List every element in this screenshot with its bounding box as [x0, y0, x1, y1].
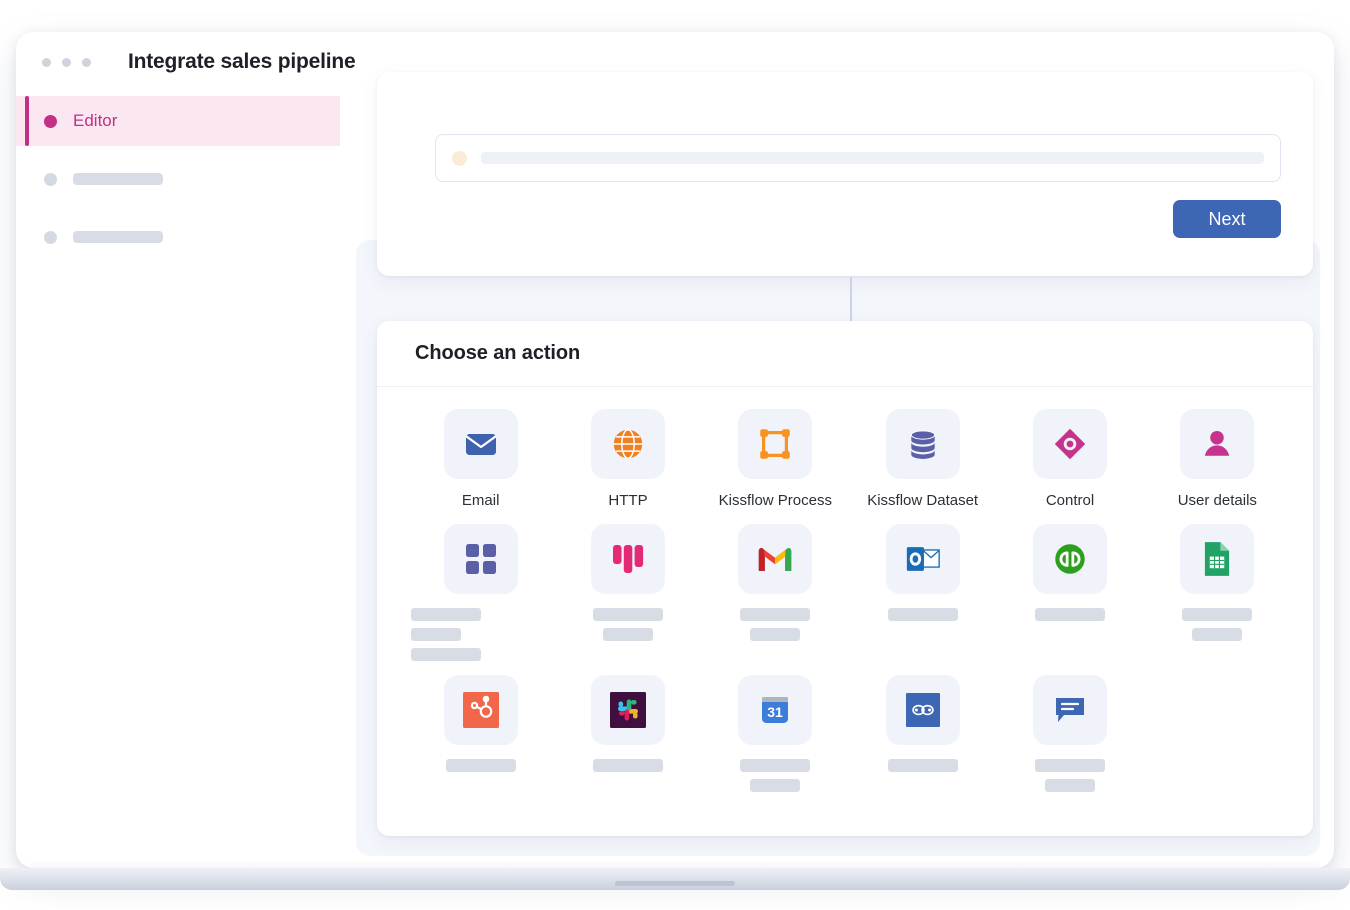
trigger-card: Next: [377, 72, 1313, 276]
gmail-icon: [738, 524, 813, 595]
placeholder-bar: [740, 759, 811, 773]
action-tile-placeholder-group: [849, 608, 996, 622]
action-tile-label: HTTP: [608, 492, 648, 509]
laptop-screen: Integrate sales pipeline Editor Next Cho…: [16, 32, 1334, 868]
placeholder-bar: [887, 608, 958, 622]
placeholder-bar: [1034, 608, 1105, 622]
sidebar: Editor: [16, 96, 340, 868]
placeholder-bar: [592, 608, 663, 622]
card-title: Choose an action: [415, 342, 581, 364]
laptop-base: [0, 868, 1350, 890]
action-tile-placeholder[interactable]: [849, 675, 996, 792]
placeholder-bar: [411, 628, 461, 642]
traffic-light-dot[interactable]: [42, 58, 51, 67]
action-tile-placeholder-group: [554, 608, 701, 642]
bullet-icon: [44, 172, 57, 186]
action-tile-placeholder[interactable]: [996, 524, 1143, 661]
action-tile-label: Kissflow Process: [718, 492, 832, 509]
traffic-light-dot[interactable]: [82, 58, 91, 67]
placeholder-bar: [1192, 628, 1243, 642]
slack-icon: [590, 675, 665, 746]
bullet-icon: [44, 114, 57, 128]
chat-bubble-icon: [1032, 675, 1107, 746]
bullet-icon: [44, 230, 57, 244]
placeholder-bar: [411, 648, 481, 662]
action-tile-kissflow-dataset[interactable]: Kissflow Dataset: [849, 409, 996, 510]
action-tile-placeholder[interactable]: [554, 675, 701, 792]
monday-icon: [590, 524, 665, 595]
page-title: Integrate sales pipeline: [128, 50, 356, 73]
placeholder-bar: [740, 608, 811, 622]
placeholder-bar: [602, 628, 653, 642]
email-icon: [443, 409, 518, 479]
sidebar-placeholder-bar: [73, 231, 163, 243]
quickbooks-icon: [1032, 524, 1107, 595]
search-input[interactable]: [435, 134, 1281, 182]
action-tile-placeholder-group: [702, 759, 849, 793]
action-tile-placeholder[interactable]: [554, 524, 701, 661]
google-sheets-icon: [1180, 524, 1255, 595]
box-link-icon: [885, 675, 960, 746]
action-tile-kissflow-process[interactable]: Kissflow Process: [702, 409, 849, 510]
action-tile-placeholder-group: [554, 759, 701, 773]
http-globe-icon: [590, 409, 665, 479]
traffic-light-dot[interactable]: [62, 58, 71, 67]
placeholder-bar: [750, 779, 801, 793]
action-tile-placeholder-group: [1144, 608, 1291, 642]
placeholder-bar: [1044, 779, 1095, 793]
action-tile-label: User details: [1177, 492, 1257, 509]
outlook-icon: [885, 524, 960, 595]
control-icon: [1032, 409, 1107, 479]
action-tile-placeholder[interactable]: [407, 524, 554, 662]
action-tile-placeholder-group: [702, 608, 849, 642]
action-tile-email[interactable]: Email: [407, 409, 554, 510]
action-tile-label: Kissflow Dataset: [867, 492, 979, 509]
action-tile-placeholder-group: [407, 608, 554, 662]
placeholder-bar: [1034, 759, 1105, 773]
traffic-lights: [42, 58, 91, 67]
placeholder-bar: [411, 608, 481, 622]
placeholder-bar: [750, 628, 801, 642]
sidebar-item-editor[interactable]: Editor: [16, 96, 340, 146]
action-tile-user-details[interactable]: User details: [1144, 409, 1291, 510]
grid-squares-icon: [443, 524, 518, 595]
action-tile-http[interactable]: HTTP: [554, 409, 701, 510]
sidebar-item-placeholder[interactable]: [16, 212, 340, 262]
placeholder-bar: [887, 759, 958, 773]
placeholder-bar: [592, 759, 663, 773]
search-status-icon: [452, 150, 467, 166]
action-tile-placeholder-group: [849, 759, 996, 773]
kissflow-dataset-icon: [885, 409, 960, 479]
placeholder-bar: [445, 759, 516, 773]
action-tile-placeholder[interactable]: 31: [702, 675, 849, 793]
hubspot-icon: [443, 675, 518, 746]
action-tile-placeholder-group: [407, 759, 554, 773]
action-tile-placeholder[interactable]: [849, 524, 996, 661]
sidebar-item-placeholder[interactable]: [16, 154, 340, 204]
action-tile-label: Control: [1045, 492, 1095, 509]
action-tile-placeholder[interactable]: [1144, 524, 1291, 661]
google-calendar-icon: 31: [738, 675, 813, 746]
svg-text:31: 31: [768, 704, 784, 720]
action-tile-placeholder-group: [996, 759, 1143, 793]
action-tile-placeholder[interactable]: [996, 675, 1143, 793]
screenshot-stage: Integrate sales pipeline Editor Next Cho…: [0, 0, 1350, 910]
action-tile-placeholder[interactable]: [702, 524, 849, 661]
action-tile-placeholder-group: [996, 608, 1143, 622]
user-details-icon: [1180, 409, 1255, 479]
main-panel: Next Choose an action Email HTTP Kissflow …: [356, 72, 1320, 860]
sidebar-item-label: Editor: [73, 111, 118, 130]
action-tile-label: Email: [461, 492, 500, 509]
next-button[interactable]: Next: [1173, 200, 1281, 238]
action-tile-control[interactable]: Control: [996, 409, 1143, 510]
action-tile-grid: Email HTTP Kissflow Process Kissflow Datase…: [407, 409, 1291, 793]
choose-action-card: Choose an action Email HTTP Kissflow Proce…: [377, 321, 1313, 836]
kissflow-process-icon: [738, 409, 813, 479]
card-header: Choose an action: [377, 321, 1313, 387]
sidebar-placeholder-bar: [73, 173, 163, 185]
placeholder-bar: [1182, 608, 1253, 622]
search-placeholder-bar: [481, 152, 1264, 164]
action-tile-placeholder[interactable]: [407, 675, 554, 792]
